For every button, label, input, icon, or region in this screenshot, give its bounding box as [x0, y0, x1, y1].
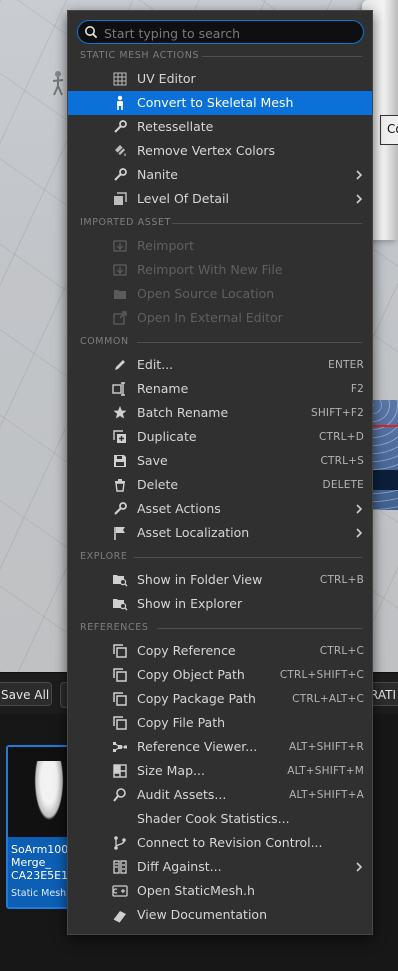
- flag-icon: [112, 525, 128, 541]
- save-all-button[interactable]: Save All: [0, 682, 52, 706]
- menu-item-save[interactable]: Save CTRL+S: [68, 449, 372, 473]
- menu-item-delete[interactable]: Delete DELETE: [68, 473, 372, 497]
- wrench-icon: [112, 167, 128, 183]
- section-references: REFERENCES: [80, 622, 362, 634]
- branch-icon: [112, 835, 128, 851]
- section-common: COMMON: [80, 336, 362, 348]
- section-static-mesh-actions: STATIC MESH ACTIONS: [80, 50, 362, 62]
- menu-item-asset-localization[interactable]: Asset Localization: [68, 521, 372, 545]
- menu-item-copy-reference[interactable]: Copy Reference CTRL+C: [68, 639, 372, 663]
- menu-item-show-in-explorer[interactable]: Show in Explorer: [68, 592, 372, 616]
- size-map-icon: [112, 763, 128, 779]
- search-icon: [84, 25, 98, 39]
- folder-search-icon: [112, 596, 128, 612]
- node-graph-icon: [112, 739, 128, 755]
- menu-item-duplicate[interactable]: Duplicate CTRL+D: [68, 425, 372, 449]
- uv-grid-icon: [112, 71, 128, 87]
- asset-thumbnail: [8, 747, 72, 837]
- duplicate-icon: [112, 429, 128, 445]
- menu-item-open-source-location[interactable]: Open Source Location: [68, 282, 372, 306]
- skeleton-icon: [112, 95, 128, 111]
- cpp-file-icon: [112, 883, 128, 899]
- pencil-icon: [112, 357, 128, 373]
- reimport-icon: [112, 262, 128, 278]
- asset-context-menu: STATIC MESH ACTIONS UV Editor Convert to…: [67, 10, 373, 935]
- audit-magnifier-icon: [112, 787, 128, 803]
- copy-icon: [112, 643, 128, 659]
- menu-item-reimport[interactable]: Reimport: [68, 234, 372, 258]
- menu-item-view-documentation[interactable]: View Documentation: [68, 903, 372, 927]
- tooltip-fragment: Co: [380, 115, 398, 145]
- menu-item-convert-skeletal-mesh[interactable]: Convert to Skeletal Mesh: [68, 91, 372, 115]
- paint-bucket-icon: [112, 143, 128, 159]
- menu-item-shader-cook-statistics[interactable]: Shader Cook Statistics...: [68, 807, 372, 831]
- trash-icon: [112, 477, 128, 493]
- wrench-icon: [112, 501, 128, 517]
- section-imported-asset: IMPORTED ASSET: [80, 217, 362, 229]
- copy-icon: [112, 691, 128, 707]
- menu-item-nanite[interactable]: Nanite: [68, 163, 372, 187]
- menu-item-copy-package-path[interactable]: Copy Package Path CTRL+ALT+C: [68, 687, 372, 711]
- menu-item-edit[interactable]: Edit... ENTER: [68, 353, 372, 377]
- menu-item-connect-revision-control[interactable]: Connect to Revision Control...: [68, 831, 372, 855]
- reimport-icon: [112, 238, 128, 254]
- menu-item-reimport-new-file[interactable]: Reimport With New File: [68, 258, 372, 282]
- red-axis-line: [372, 425, 398, 427]
- menu-item-level-of-detail[interactable]: Level Of Detail: [68, 187, 372, 211]
- chevron-right-icon: [354, 163, 364, 187]
- asset-info: SoArm100 Merge_ CA23E5E1 Static Mesh: [8, 837, 72, 907]
- asset-name: SoArm100 Merge_ CA23E5E1: [11, 843, 69, 882]
- diff-icon: [112, 859, 128, 875]
- menu-item-rename[interactable]: Rename F2: [68, 377, 372, 401]
- star-icon: [112, 405, 128, 421]
- section-explore: EXPLORE: [80, 551, 362, 563]
- asset-tile[interactable]: SoArm100 Merge_ CA23E5E1 Static Mesh: [6, 745, 74, 909]
- menu-item-retessellate[interactable]: Retessellate: [68, 115, 372, 139]
- menu-item-reference-viewer[interactable]: Reference Viewer... ALT+SHIFT+R: [68, 735, 372, 759]
- menu-item-diff-against[interactable]: Diff Against...: [68, 855, 372, 879]
- dark-base-mesh: [372, 470, 398, 490]
- chevron-right-icon: [354, 497, 364, 521]
- menu-item-show-in-folder-view[interactable]: Show in Folder View CTRL+B: [68, 568, 372, 592]
- menu-item-audit-assets[interactable]: Audit Assets... ALT+SHIFT+A: [68, 783, 372, 807]
- chevron-right-icon: [354, 521, 364, 545]
- menu-item-open-staticmesh-h[interactable]: Open StaticMesh.h: [68, 879, 372, 903]
- chevron-right-icon: [354, 855, 364, 879]
- search-input[interactable]: [102, 23, 356, 43]
- scene-figure: [50, 70, 66, 96]
- asset-type: Static Mesh: [11, 888, 67, 899]
- menu-item-remove-vertex-colors[interactable]: Remove Vertex Colors: [68, 139, 372, 163]
- save-disk-icon: [112, 453, 128, 469]
- folder-icon: [112, 286, 128, 302]
- menu-search-box[interactable]: [77, 20, 364, 44]
- menu-item-batch-rename[interactable]: Batch Rename SHIFT+F2: [68, 401, 372, 425]
- menu-item-copy-file-path[interactable]: Copy File Path: [68, 711, 372, 735]
- folder-search-icon: [112, 572, 128, 588]
- menu-item-open-external-editor[interactable]: Open In External Editor: [68, 306, 372, 330]
- external-editor-icon: [112, 310, 128, 326]
- chevron-right-icon: [354, 187, 364, 211]
- copy-icon: [112, 667, 128, 683]
- menu-item-size-map[interactable]: Size Map... ALT+SHIFT+M: [68, 759, 372, 783]
- rename-icon: [112, 381, 128, 397]
- wrench-icon: [112, 119, 128, 135]
- menu-item-asset-actions[interactable]: Asset Actions: [68, 497, 372, 521]
- menu-item-uv-editor[interactable]: UV Editor: [68, 67, 372, 91]
- menu-item-copy-object-path[interactable]: Copy Object Path CTRL+SHIFT+C: [68, 663, 372, 687]
- lod-layers-icon: [112, 191, 128, 207]
- copy-icon: [112, 715, 128, 731]
- book-icon: [112, 907, 128, 923]
